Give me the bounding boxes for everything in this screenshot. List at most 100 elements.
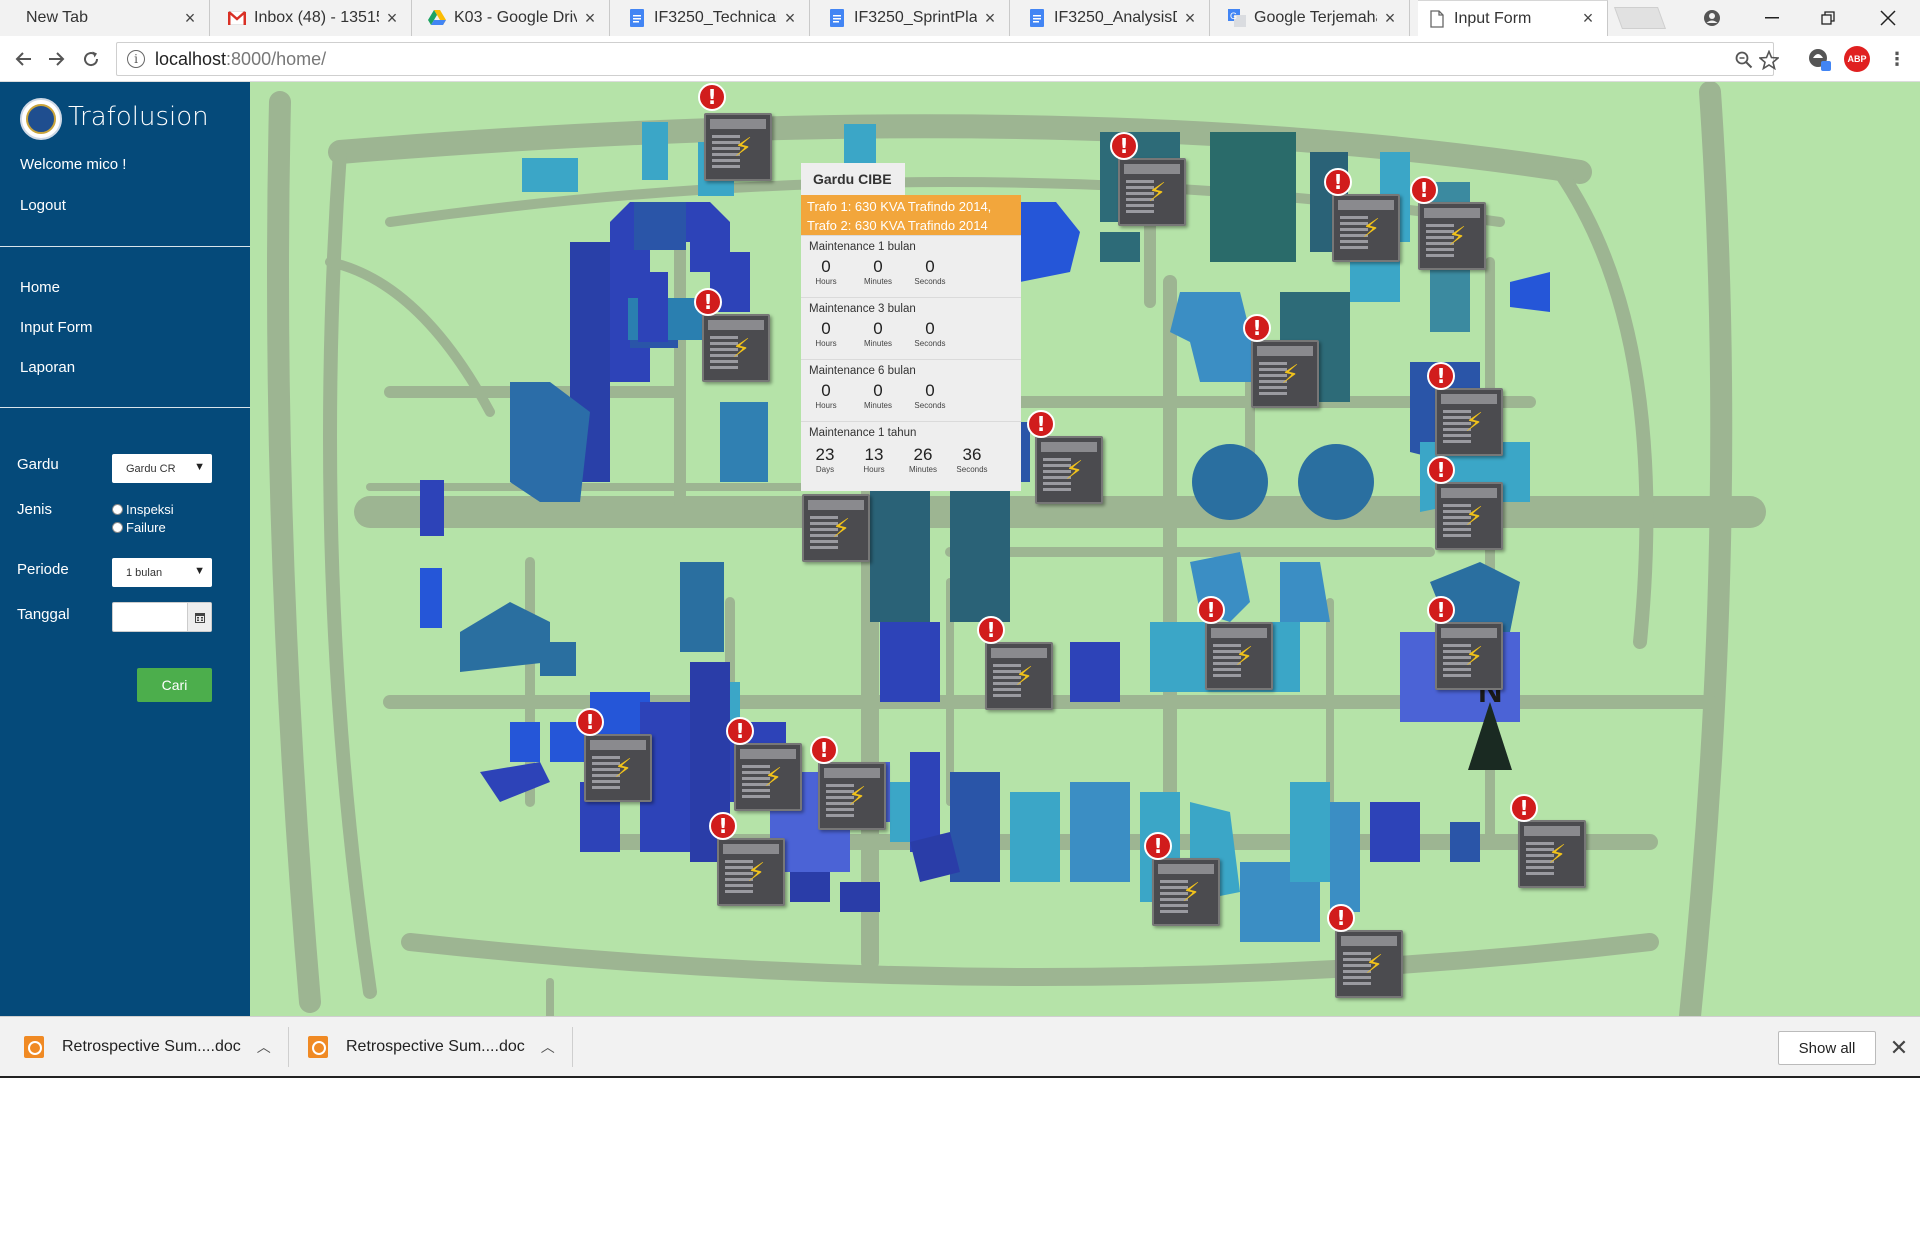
reload-icon[interactable] <box>76 44 106 74</box>
tab-sprintplanning[interactable]: IF3250_SprintPlanning × <box>818 0 1010 36</box>
chevron-up-icon[interactable]: ︿ <box>541 1037 555 1057</box>
download-item[interactable]: Retrospective Sum....doc ︿ <box>24 1017 271 1077</box>
radio-failure[interactable]: Failure <box>112 520 166 535</box>
nav-laporan[interactable]: Laporan <box>20 359 75 376</box>
divider <box>572 1027 573 1067</box>
gardu-marker[interactable]: ⚡! <box>1144 832 1220 926</box>
gardu-marker[interactable]: ⚡! <box>1510 794 1586 888</box>
periode-select[interactable]: 1 bulan ▼ <box>112 558 212 587</box>
alert-icon: ! <box>1427 456 1455 484</box>
radio-button[interactable] <box>112 522 123 533</box>
alert-icon: ! <box>709 812 737 840</box>
caret-down-icon: ▼ <box>194 461 205 473</box>
countdown-cell: 26 Minutes <box>908 445 937 475</box>
show-all-button[interactable]: Show all <box>1778 1031 1876 1065</box>
tab-input-form[interactable]: Input Form × <box>1418 0 1608 36</box>
gardu-marker[interactable]: ⚡! <box>576 708 652 802</box>
alert-icon: ! <box>1243 314 1271 342</box>
close-tab-icon[interactable]: × <box>1381 8 1399 29</box>
nav-input-form[interactable]: Input Form <box>20 319 93 336</box>
gardu-marker[interactable]: ⚡! <box>709 812 785 906</box>
close-tab-icon[interactable]: × <box>981 8 999 29</box>
gardu-marker[interactable]: ⚡! <box>1197 596 1273 690</box>
gardu-marker[interactable]: ⚡! <box>694 288 770 382</box>
gardu-marker[interactable]: ⚡! <box>698 83 772 181</box>
back-icon[interactable] <box>8 44 38 74</box>
info-icon[interactable]: i <box>127 50 145 68</box>
bookmark-star-icon[interactable] <box>1759 43 1779 77</box>
gardu-popup: Gardu CIBE Trafo 1: 630 KVA Trafindo 201… <box>801 163 1021 491</box>
minimize-icon[interactable] <box>1744 0 1800 36</box>
url-host: localhost <box>155 48 227 69</box>
trafo-line: Trafo 2: 630 KVA Trafindo 2014 <box>807 218 988 233</box>
maintenance-name: Maintenance 3 bulan <box>809 303 916 315</box>
campus-map[interactable]: N ⚡! ⚡! ⚡! ⚡! ⚡! ⚡! ⚡! ⚡! ⚡! ⚡ ⚡! ⚡! ⚡! … <box>250 82 1920 1016</box>
tab-drive[interactable]: K03 - Google Drive × <box>418 0 610 36</box>
gardu-marker[interactable]: ⚡! <box>1427 596 1503 690</box>
adblock-icon[interactable]: ABP <box>1844 46 1870 72</box>
gardu-marker[interactable]: ⚡! <box>1243 314 1319 408</box>
close-tab-icon[interactable]: × <box>781 8 799 29</box>
cari-button[interactable]: Cari <box>137 668 212 702</box>
gardu-marker[interactable]: ⚡! <box>1410 176 1486 270</box>
radio-inspeksi[interactable]: Inspeksi <box>112 502 174 517</box>
extension-icon[interactable] <box>1806 46 1832 72</box>
profile-icon[interactable] <box>1684 0 1740 36</box>
alert-icon: ! <box>576 708 604 736</box>
gardu-marker[interactable]: ⚡! <box>1324 168 1400 262</box>
tab-analysisdiagram[interactable]: IF3250_AnalysisDiagram × <box>1018 0 1210 36</box>
gardu-marker[interactable]: ⚡! <box>1110 132 1186 226</box>
tanggal-input[interactable] <box>112 602 212 632</box>
gardu-marker-selected[interactable]: ⚡ <box>802 494 870 562</box>
tab-translate[interactable]: G Google Terjemahan × <box>1218 0 1410 36</box>
map-base: N <box>267 82 1766 1016</box>
divider <box>0 246 250 247</box>
calendar-icon[interactable] <box>187 603 211 631</box>
browser-tabbar: New Tab × Inbox (48) - 135151 × K03 - Go… <box>0 0 1920 36</box>
countdown-cell: 23 Days <box>815 445 835 475</box>
nav-home[interactable]: Home <box>20 279 60 296</box>
close-tab-icon[interactable]: × <box>383 8 401 29</box>
close-tab-icon[interactable]: × <box>581 8 599 29</box>
close-window-icon[interactable] <box>1860 0 1916 36</box>
alert-icon: ! <box>1510 794 1538 822</box>
close-icon[interactable]: ✕ <box>1884 1031 1914 1065</box>
gardu-select[interactable]: Gardu CR ▼ <box>112 454 212 483</box>
drive-icon <box>428 9 446 27</box>
gardu-marker[interactable]: ⚡! <box>1027 410 1103 504</box>
tab-title: Google Terjemahan <box>1254 9 1377 26</box>
logout-link[interactable]: Logout <box>20 197 66 214</box>
caret-down-icon: ▼ <box>194 565 205 577</box>
new-tab-button[interactable] <box>1613 7 1667 29</box>
forward-icon[interactable] <box>42 44 72 74</box>
periode-select-value: 1 bulan <box>126 566 163 579</box>
gardu-marker[interactable]: ⚡! <box>1427 362 1503 456</box>
docs-icon <box>1028 9 1046 27</box>
tab-technicaldoc[interactable]: IF3250_TechnicalDoc × <box>618 0 810 36</box>
gardu-marker[interactable]: ⚡! <box>977 616 1053 710</box>
gardu-marker[interactable]: ⚡! <box>726 717 802 811</box>
countdown-cell: 0 Seconds <box>914 319 946 349</box>
radio-label: Failure <box>126 520 166 535</box>
gardu-select-value: Gardu CR <box>126 462 176 475</box>
close-tab-icon[interactable]: × <box>1579 8 1597 29</box>
chevron-up-icon[interactable]: ︿ <box>257 1037 271 1057</box>
gardu-marker[interactable]: ⚡! <box>810 736 886 830</box>
close-tab-icon[interactable]: × <box>1181 8 1199 29</box>
address-bar: i localhost :8000/home/ ABP ⋮ <box>0 36 1920 82</box>
url-input[interactable]: i localhost :8000/home/ <box>116 42 1779 77</box>
zoom-icon[interactable] <box>1735 43 1753 77</box>
restore-icon[interactable] <box>1800 0 1856 36</box>
gardu-marker[interactable]: ⚡! <box>1327 904 1403 998</box>
gardu-marker[interactable]: ⚡! <box>1427 456 1503 550</box>
tab-title: K03 - Google Drive <box>454 9 577 26</box>
tab-inbox[interactable]: Inbox (48) - 135151 × <box>218 0 412 36</box>
download-item[interactable]: Retrospective Sum....doc ︿ <box>308 1017 555 1077</box>
menu-icon[interactable]: ⋮ <box>1884 46 1910 72</box>
radio-button[interactable] <box>112 504 123 515</box>
trafo-line: Trafo 1: 630 KVA Trafindo 2014, <box>807 199 992 214</box>
logo-icon <box>20 98 62 140</box>
divider <box>288 1027 289 1067</box>
tab-new-tab[interactable]: New Tab × <box>0 0 210 36</box>
close-tab-icon[interactable]: × <box>181 8 199 29</box>
